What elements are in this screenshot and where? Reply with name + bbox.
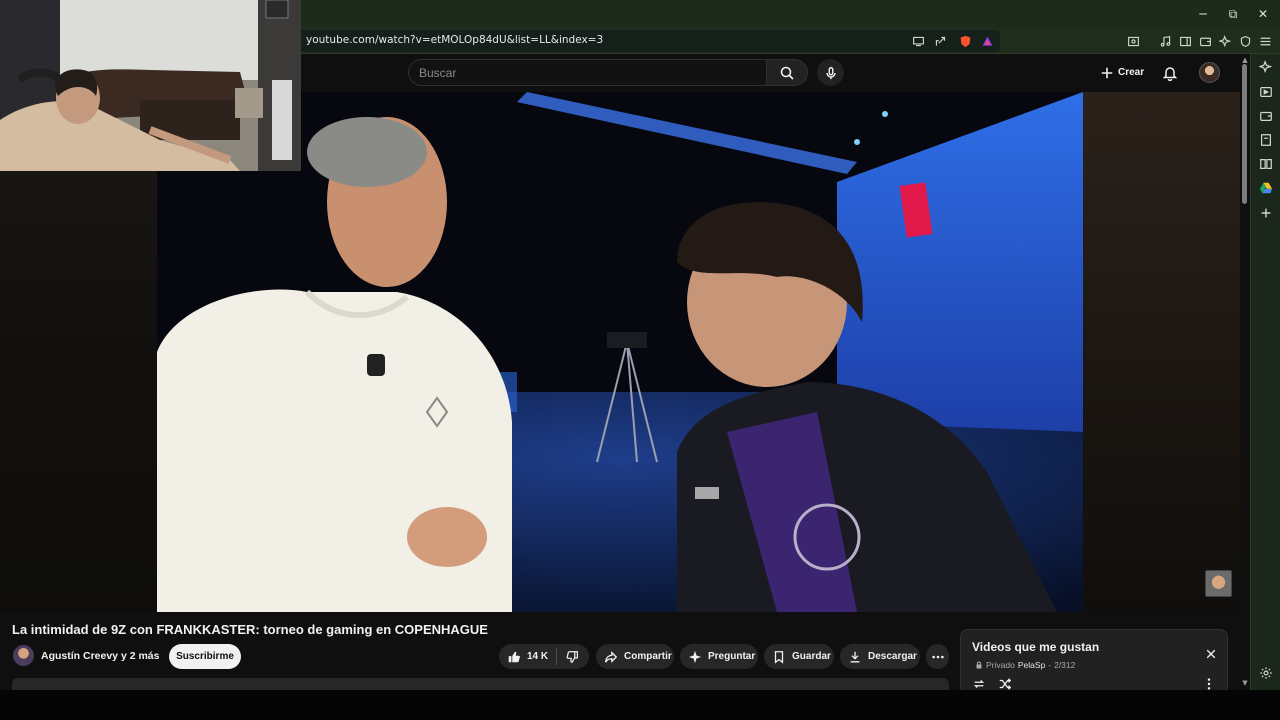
loop-icon[interactable] (972, 677, 986, 691)
url-field[interactable]: youtube.com/watch?v=etMOLOp84dU&list=LL&… (300, 30, 1000, 52)
minimize-button[interactable]: ─ (1188, 4, 1218, 24)
like-button[interactable]: 14 K (499, 648, 557, 665)
create-button[interactable]: Crear (1092, 60, 1152, 85)
cast-icon[interactable] (911, 34, 925, 48)
settings-icon[interactable] (1258, 665, 1274, 681)
wallet-sidebar-icon[interactable] (1258, 108, 1274, 124)
os-taskbar (0, 690, 1280, 720)
ask-label: Preguntar (708, 651, 756, 662)
search-placeholder: Buscar (419, 66, 457, 80)
tab-search-icon[interactable] (1126, 34, 1140, 48)
creator-thumbnail[interactable] (1205, 570, 1232, 597)
more-vertical-icon[interactable] (1202, 677, 1216, 691)
search-input[interactable]: Buscar (408, 59, 766, 86)
restore-button[interactable]: ⧉ (1218, 4, 1248, 24)
playlist-separator: - (1048, 660, 1052, 670)
media-icon[interactable] (1158, 34, 1172, 48)
download-label: Descargar (868, 651, 917, 662)
playlist-sidebar-icon[interactable] (1258, 84, 1274, 100)
wallet-icon[interactable] (1198, 34, 1212, 48)
browser-side-panel (1250, 54, 1280, 690)
more-actions-button[interactable] (926, 644, 949, 669)
playlist-meta: Privado PelaSp - 2/312 (975, 660, 1075, 670)
playlist-privacy: Privado (986, 660, 1015, 670)
like-dislike-group: 14 K (499, 644, 589, 669)
share-button[interactable]: Compartir (596, 644, 674, 669)
google-drive-icon[interactable] (1258, 180, 1274, 196)
voice-search-button[interactable] (817, 59, 844, 86)
leo-sidebar-icon[interactable] (1258, 59, 1274, 75)
microphone-icon (825, 66, 836, 79)
save-button[interactable]: Guardar (764, 644, 834, 669)
playlist-position: 2/312 (1054, 660, 1076, 670)
vpn-icon[interactable] (1238, 34, 1252, 48)
brave-shield-icon[interactable] (958, 34, 972, 48)
share-icon (605, 650, 618, 663)
channel-avatar[interactable] (13, 645, 34, 666)
like-count: 14 K (527, 651, 549, 662)
scroll-down-arrow-icon[interactable]: ▼ (1240, 678, 1250, 688)
webcam-scene (0, 0, 301, 171)
close-icon (1206, 649, 1216, 659)
create-label: Crear (1118, 67, 1145, 78)
close-window-button[interactable]: ✕ (1248, 4, 1278, 24)
more-horizontal-icon (931, 655, 944, 658)
download-button[interactable]: Descargar (840, 644, 920, 669)
bookmarks-icon[interactable] (1258, 132, 1274, 148)
scroll-up-arrow-icon[interactable]: ▲ (1240, 55, 1250, 65)
download-icon (850, 651, 860, 662)
reading-list-icon[interactable] (1258, 156, 1274, 172)
save-label: Guardar (792, 651, 831, 662)
channel-name[interactable]: Agustín Creevy y 2 más (41, 650, 159, 662)
share-page-icon[interactable] (933, 34, 947, 48)
playlist-title[interactable]: Videos que me gustan (972, 640, 1099, 654)
brave-rewards-icon[interactable] (980, 34, 994, 48)
thumbs-up-icon (508, 651, 520, 662)
url-text: youtube.com/watch?v=etMOLOp84dU&list=LL&… (306, 34, 604, 46)
share-label: Compartir (624, 651, 672, 662)
scrollbar-thumb[interactable] (1242, 64, 1247, 204)
bookmark-icon (774, 650, 784, 664)
search-button[interactable] (766, 59, 808, 86)
playlist-panel: Videos que me gustan Privado PelaSp - 2/… (960, 629, 1228, 690)
webcam-overlay (0, 0, 301, 171)
notifications-button[interactable] (1160, 63, 1180, 83)
ask-button[interactable]: Preguntar (680, 644, 758, 669)
add-panel-icon[interactable] (1258, 205, 1274, 221)
menu-icon[interactable] (1258, 34, 1272, 48)
ambient-glow-right (1083, 92, 1240, 612)
screen: ─ ⧉ ✕ youtube.com/watch?v=etMOLOp84dU&li… (0, 0, 1280, 720)
search-icon (780, 66, 794, 80)
shuffle-icon[interactable] (998, 677, 1012, 691)
plus-icon (1101, 67, 1113, 78)
account-avatar[interactable] (1199, 62, 1220, 83)
leo-ai-icon[interactable] (1218, 34, 1232, 48)
sidebar-toggle-icon[interactable] (1178, 34, 1192, 48)
subscribe-button[interactable]: Suscribirme (169, 644, 241, 669)
thumbs-down-icon (566, 650, 578, 663)
playlist-owner[interactable]: PelaSp (1018, 660, 1045, 670)
video-title: La intimidad de 9Z con FRANKKASTER: torn… (12, 622, 488, 637)
lock-icon (976, 661, 982, 669)
bell-icon (1162, 67, 1178, 81)
description-box[interactable] (12, 678, 949, 690)
sparkle-icon (688, 650, 702, 663)
dislike-button[interactable] (557, 650, 589, 664)
close-playlist-button[interactable] (1204, 647, 1218, 661)
